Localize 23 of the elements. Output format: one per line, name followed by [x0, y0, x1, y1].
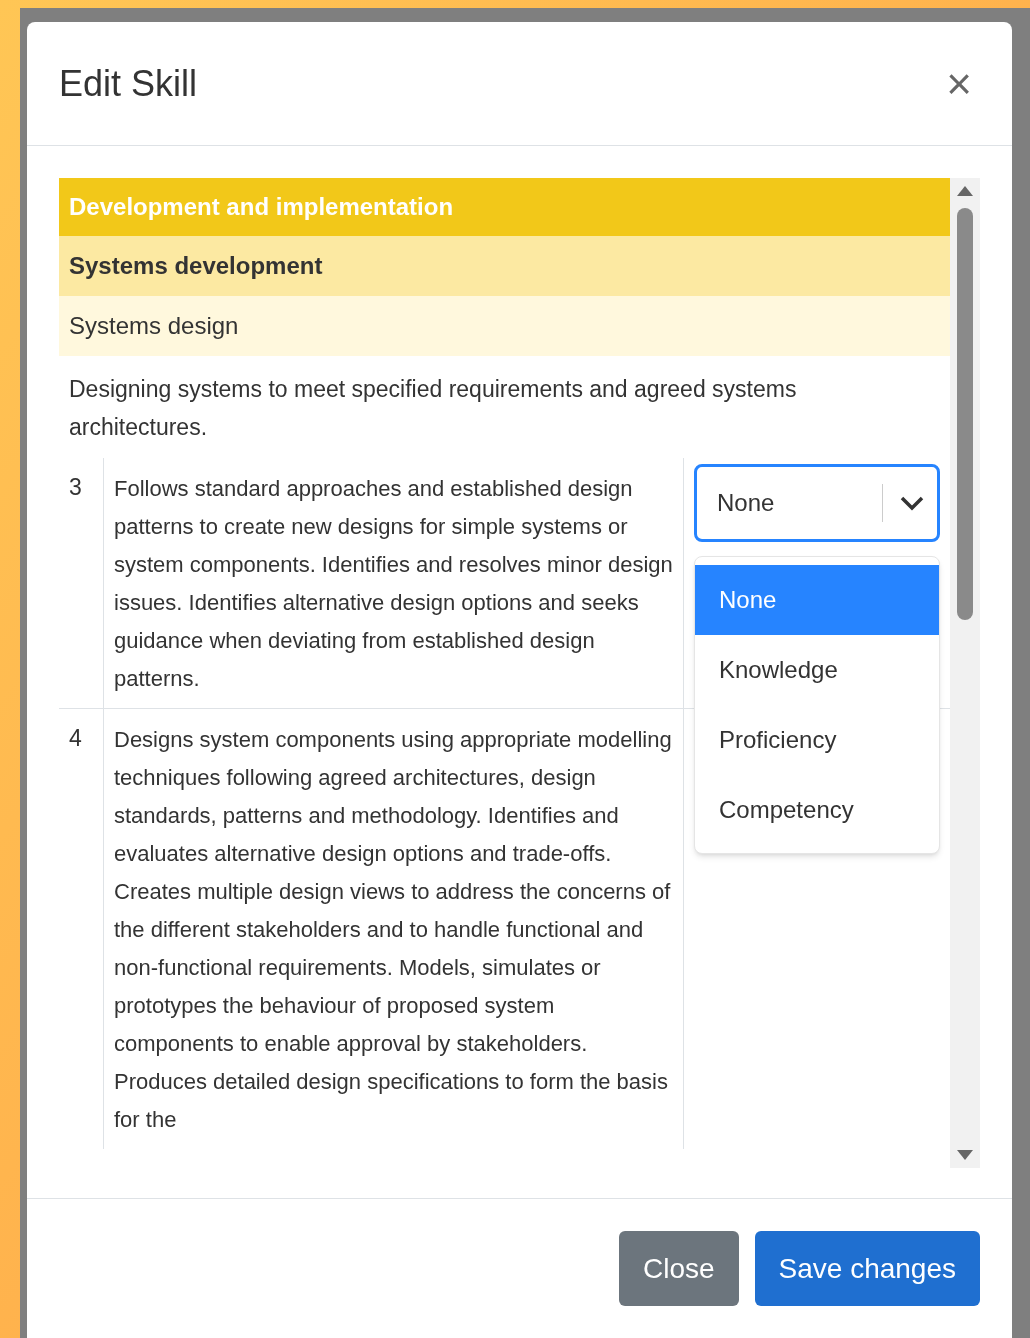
dropdown-option[interactable]: Proficiency: [695, 705, 940, 775]
close-icon-button[interactable]: ×: [946, 61, 980, 106]
dialog-title: Edit Skill: [59, 61, 198, 106]
chevron-down-icon[interactable]: [899, 495, 926, 511]
scroll-down-icon[interactable]: [957, 1150, 973, 1160]
level-description: Designs system components using appropriate modelling techniques following agreed architectures, design standards, patterns and methodology. Identifies and evaluates alternative design options and trade-offs. Creates multiple design views to address the concerns of the different stakeholders and to handle functional and non-functional requirements. Models, simulates or prototypes the behaviour of proposed system components to enable approval by stakeholders. Produces detailed design specifications to form the basis for the: [114, 726, 673, 1134]
save-button[interactable]: Save changes: [754, 1231, 980, 1306]
category-header: Development and implementation: [59, 178, 951, 236]
select-value: None: [717, 488, 776, 518]
scrollbar-thumb[interactable]: [957, 208, 973, 620]
select-field[interactable]: None: [694, 464, 941, 542]
level-number: 4: [69, 725, 82, 751]
dropdown-option[interactable]: Knowledge: [695, 635, 940, 705]
dropdown-option[interactable]: None: [695, 565, 940, 635]
scrollbar[interactable]: [950, 178, 980, 1168]
scroll-up-icon[interactable]: [957, 186, 973, 196]
dropdown-option[interactable]: Competency: [695, 775, 940, 845]
skill-header: Systems design: [59, 296, 951, 356]
close-button[interactable]: Close: [618, 1231, 739, 1306]
level-number: 3: [69, 474, 82, 500]
level-description: Follows standard approaches and established design patterns to create new designs for simple systems or system components. Identifies and resolves minor design issues. Identifies alternative design options and seeks guidance when deviating from established design patterns.: [114, 475, 673, 693]
skill-description: Designing systems to meet specified requirements and agreed systems architectures.: [68, 375, 798, 442]
subcategory-header: Systems development: [59, 236, 951, 296]
